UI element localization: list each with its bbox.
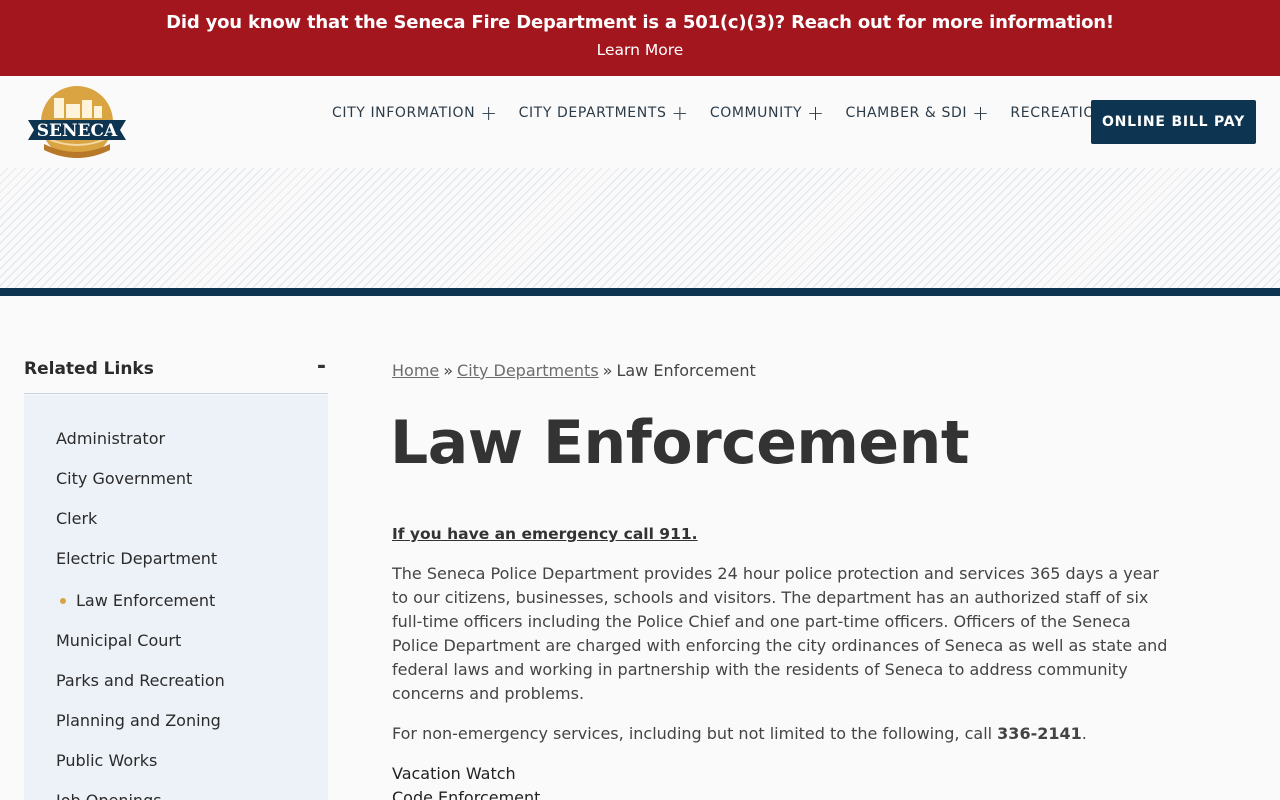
sidebar-item-clerk[interactable]: Clerk [56,509,97,528]
non-emergency-suffix: . [1081,724,1087,743]
learn-more-link[interactable]: Learn More [0,41,1280,59]
sidebar-item-parks-and-recreation[interactable]: Parks and Recreation [56,671,225,690]
collapse-icon[interactable]: - [317,354,326,379]
breadcrumb-separator: » [602,361,613,380]
sidebar-item-city-government[interactable]: City Government [56,469,192,488]
related-links-list: Administrator City Government Clerk Elec… [24,395,328,800]
nav-city-departments[interactable]: CITY DEPARTMENTS + [518,103,689,123]
sidebar-item-law-enforcement[interactable]: Law Enforcement [60,591,216,610]
site-header: SENECA CITY INFORMATION + CITY DEPARTMEN… [0,76,1280,168]
sidebar-item-municipal-court[interactable]: Municipal Court [56,631,181,650]
main-nav: CITY INFORMATION + CITY DEPARTMENTS + CO… [332,103,1106,123]
service-item: Code Enforcement [392,788,541,800]
related-links-title: Related Links [24,359,154,379]
nav-city-information[interactable]: CITY INFORMATION + [332,103,498,123]
active-indicator-icon [60,598,66,604]
non-emergency-prefix: For non-emergency services, including bu… [392,724,998,743]
sidebar-item-planning-and-zoning[interactable]: Planning and Zoning [56,711,221,730]
sidebar-item-electric-department[interactable]: Electric Department [56,549,217,568]
nav-label: CITY DEPARTMENTS [518,105,667,121]
non-emergency-text: For non-emergency services, including bu… [392,722,1172,746]
service-item: Vacation Watch [392,764,516,783]
nav-community[interactable]: COMMUNITY + [709,103,825,123]
seneca-logo[interactable]: SENECA [26,84,128,162]
logo-text: SENECA [37,121,118,141]
banner-divider [0,288,1280,296]
page-title: Law Enforcement [390,408,970,478]
plus-icon[interactable]: + [671,103,688,123]
plus-icon[interactable]: + [480,103,497,123]
page-banner [0,168,1280,288]
non-emergency-number: 336-2141 [997,724,1082,743]
emergency-notice-link[interactable]: If you have an emergency call 911. [392,522,1172,546]
breadcrumb-section-link[interactable]: City Departments [457,361,599,380]
online-bill-pay-button[interactable]: ONLINE BILL PAY [1091,100,1256,144]
main-content: If you have an emergency call 911. The S… [392,522,1172,800]
breadcrumb-current: Law Enforcement [616,361,756,380]
breadcrumb-separator: » [443,361,454,380]
plus-icon[interactable]: + [807,103,824,123]
nav-label: COMMUNITY [709,105,803,121]
related-links-header[interactable]: Related Links - [24,354,328,394]
sidebar-item-administrator[interactable]: Administrator [56,429,165,448]
nav-chamber-sdi[interactable]: CHAMBER & SDI + [845,103,990,123]
sidebar-item-public-works[interactable]: Public Works [56,751,157,770]
breadcrumb-home-link[interactable]: Home [392,361,439,380]
announcement-text: Did you know that the Seneca Fire Depart… [166,12,1114,33]
nav-label: CITY INFORMATION [332,105,476,121]
plus-icon[interactable]: + [972,103,989,123]
announcement-bar: Did you know that the Seneca Fire Depart… [0,0,1280,76]
sidebar-item-label: Law Enforcement [76,591,216,610]
department-description: The Seneca Police Department provides 24… [392,564,1168,703]
nav-label: CHAMBER & SDI [845,105,968,121]
sidebar-item-job-openings[interactable]: Job Openings [56,791,162,800]
breadcrumb: Home» City Departments» Law Enforcement [392,361,756,380]
